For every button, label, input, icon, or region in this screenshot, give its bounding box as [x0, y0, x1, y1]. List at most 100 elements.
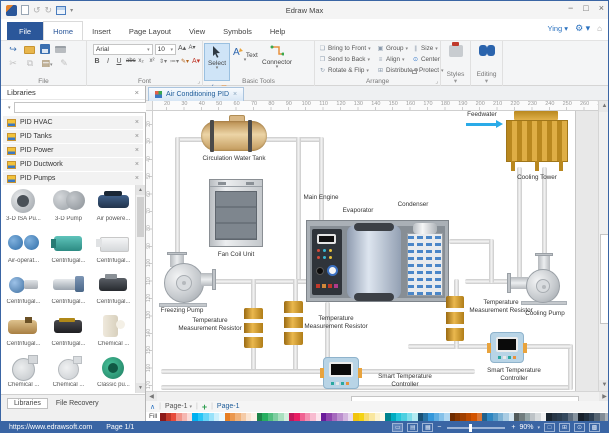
rotate-flip-button[interactable]: ↻Rotate & Flip▾	[319, 65, 371, 76]
library-item[interactable]: PID Ductwork×	[3, 158, 143, 171]
symbol-item[interactable]: Air-operat...	[1, 227, 46, 268]
zoom-slider[interactable]	[447, 427, 505, 429]
pipe[interactable]	[568, 344, 573, 390]
font-size-select[interactable]: 10▾	[155, 44, 176, 55]
font-dialog-launcher-icon[interactable]: ⌟	[197, 78, 200, 85]
tab-symbols[interactable]: Symbols	[214, 22, 261, 40]
panel-tab-libraries[interactable]: Libraries	[7, 398, 48, 409]
highlight-color-icon[interactable]: ✎▾	[181, 58, 189, 65]
save-icon[interactable]	[40, 44, 50, 54]
symbol-scrollbar[interactable]: ▲ ▼	[135, 185, 145, 393]
superscript-button[interactable]: x²	[148, 58, 156, 64]
strikethrough-button[interactable]: abc	[126, 58, 134, 64]
scroll-down-icon[interactable]: ▼	[599, 380, 609, 391]
symbol-item[interactable]: Centrifugal...	[46, 268, 91, 309]
close-library-icon[interactable]: ×	[135, 161, 139, 168]
symbol-item[interactable]: Chemical ...	[46, 351, 91, 392]
engine-knob[interactable]	[316, 267, 324, 275]
library-picker-dropdown-icon[interactable]: ▾	[8, 105, 11, 111]
pipe[interactable]	[319, 137, 324, 221]
temperature-resistor[interactable]	[284, 301, 303, 345]
cooling-pump[interactable]	[526, 269, 560, 303]
page-menu[interactable]: Page-1 ▾	[165, 403, 192, 410]
italic-button[interactable]: I	[104, 58, 112, 65]
condenser[interactable]	[407, 233, 443, 296]
close-panel-icon[interactable]: ×	[135, 88, 139, 97]
bold-button[interactable]: B	[93, 58, 101, 65]
zoom-level[interactable]: 90%	[519, 424, 533, 431]
tab-insert[interactable]: Insert	[83, 22, 120, 40]
pipe[interactable]	[517, 167, 522, 281]
symbol-item[interactable]: Centrifugal...	[1, 268, 46, 309]
close-button[interactable]: ×	[599, 3, 604, 13]
editing-binoculars-icon[interactable]	[479, 45, 495, 57]
subscript-button[interactable]: x₂	[137, 58, 145, 64]
bullets-icon[interactable]: ≔▾	[170, 58, 178, 65]
text-tool-button[interactable]: A Text▾	[232, 43, 258, 81]
settings-gear-icon[interactable]: ⚙ ▾	[575, 23, 590, 34]
symbol-item[interactable]: Classic pu...	[91, 351, 136, 392]
symbol-item[interactable]: 3-D ISA Pu...	[1, 185, 46, 226]
freezing-pump[interactable]	[164, 263, 204, 303]
close-document-icon[interactable]: ×	[233, 91, 237, 98]
scroll-down-icon[interactable]: ▼	[136, 383, 145, 393]
scroll-left-icon[interactable]: ◀	[146, 392, 157, 401]
cut-icon[interactable]: ✂	[7, 58, 19, 69]
page-tab[interactable]: Page-1	[217, 403, 240, 410]
tab-help[interactable]: Help	[261, 22, 294, 40]
pipe[interactable]	[296, 137, 301, 283]
fit-width-icon[interactable]: ⊞	[559, 423, 570, 432]
symbol-item[interactable]: Chemical ...	[91, 310, 136, 351]
tab-home[interactable]: Home	[43, 21, 83, 40]
connector-tool-button[interactable]: Connector▾	[260, 43, 294, 81]
status-url[interactable]: https://www.edrawsoft.com	[9, 424, 92, 431]
zoom-dropdown-icon[interactable]: ▾	[537, 425, 540, 431]
minimize-button[interactable]: −	[568, 3, 573, 13]
symbol-item[interactable]: Chemical ...	[1, 351, 46, 392]
tab-file[interactable]: File	[7, 22, 43, 40]
library-item[interactable]: PID Pumps×	[3, 172, 143, 185]
symbol-item[interactable]: Centrifugal...	[91, 227, 136, 268]
home-icon[interactable]: ⌂	[597, 24, 602, 33]
fit-page-icon[interactable]: □	[544, 423, 555, 432]
main-engine[interactable]	[312, 229, 342, 295]
tab-view[interactable]: View	[180, 22, 214, 40]
copy-icon[interactable]: ⧉	[24, 58, 36, 69]
symbol-item[interactable]: Centrifugal...	[1, 310, 46, 351]
zoom-in-icon[interactable]: +	[511, 424, 515, 431]
smart-temperature-controller[interactable]	[490, 332, 524, 363]
color-swatch[interactable]	[605, 413, 609, 421]
protect-button[interactable]: Protect▾	[412, 65, 443, 76]
library-item[interactable]: PID HVAC×	[3, 116, 143, 129]
send-to-back-button[interactable]: ❐Send to Back▾	[319, 54, 371, 65]
chiller-unit[interactable]	[306, 220, 449, 302]
symbol-item[interactable]: Centrifugal...	[46, 310, 91, 351]
font-color-icon[interactable]: A▾	[192, 57, 200, 65]
format-painter-icon[interactable]: ✎	[58, 58, 70, 69]
close-library-icon[interactable]: ×	[135, 133, 139, 140]
scroll-right-icon[interactable]: ▶	[599, 392, 609, 401]
arrange-dialog-launcher-icon[interactable]: ⌟	[435, 78, 438, 85]
print-icon[interactable]	[55, 46, 66, 53]
view-normal-icon[interactable]: ▭	[392, 423, 403, 432]
view-page-icon[interactable]: ▤	[407, 423, 418, 432]
temperature-resistor[interactable]	[446, 296, 464, 341]
size-button[interactable]: ∥Size▾	[412, 43, 443, 54]
symbol-item[interactable]: Centrifugal...	[46, 227, 91, 268]
vertical-scrollbar[interactable]: ▲ ▼	[598, 101, 609, 391]
library-item[interactable]: PID Tanks×	[3, 130, 143, 143]
library-item[interactable]: PID Power×	[3, 144, 143, 157]
collapse-pagebar-icon[interactable]: ∧	[150, 403, 155, 411]
symbol-item[interactable]: Air powere...	[91, 185, 136, 226]
styles-icon[interactable]	[449, 45, 463, 57]
magnifier-icon[interactable]: ⊙	[574, 423, 585, 432]
pipe[interactable]	[489, 239, 494, 283]
tab-page-layout[interactable]: Page Layout	[120, 22, 180, 40]
add-page-button[interactable]: +	[202, 402, 207, 412]
select-tool-button[interactable]: Select▾	[204, 43, 230, 81]
temperature-resistor[interactable]	[244, 308, 263, 348]
close-library-icon[interactable]: ×	[135, 147, 139, 154]
cooling-tower[interactable]	[506, 120, 568, 162]
canvas[interactable]: Circulation Water Tank Fan Coil Unit Mai…	[153, 111, 598, 391]
user-account-menu[interactable]: Ying ▾	[547, 24, 568, 33]
